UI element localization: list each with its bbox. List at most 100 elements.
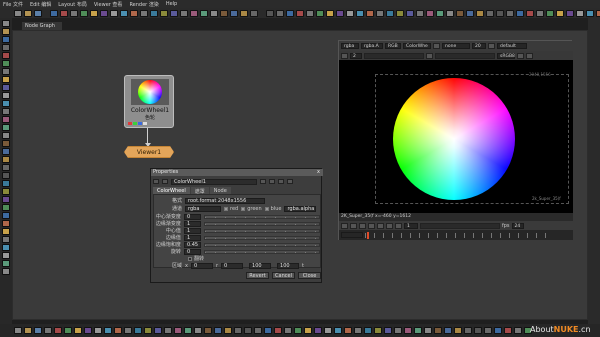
bottom-save-icon[interactable] <box>34 327 42 334</box>
edge-saturation-slider[interactable] <box>204 242 320 247</box>
misc-tools-icon[interactable] <box>2 204 10 211</box>
roto-icon[interactable] <box>190 9 198 17</box>
fstop-icon[interactable] <box>341 52 348 59</box>
bottom-tool36-icon[interactable] <box>394 327 402 334</box>
center-gradient-input[interactable]: 0 <box>183 213 202 220</box>
menu-layout[interactable]: Layout 布局 <box>58 1 87 8</box>
deep-icon[interactable] <box>436 9 444 17</box>
alpha-channel-select[interactable]: rgba.A <box>361 43 383 49</box>
red-checkbox[interactable] <box>224 206 228 211</box>
3d-icon[interactable] <box>526 52 533 59</box>
gizmo-tools-icon[interactable] <box>2 164 10 171</box>
revert-button[interactable]: Revert <box>246 272 269 279</box>
alpha-channel-select[interactable]: rgba.alpha <box>284 205 317 212</box>
bottom-tool9-icon[interactable] <box>124 327 132 334</box>
bottom-tool11-icon[interactable] <box>144 327 152 334</box>
menu-edit[interactable]: Edit 编辑 <box>30 1 51 8</box>
layer-select[interactable]: rgba <box>341 43 359 49</box>
collapse-icon[interactable] <box>162 179 168 184</box>
invert-checkbox[interactable] <box>188 256 192 261</box>
misc4-icon[interactable] <box>516 9 524 17</box>
bottom-tool45-icon[interactable] <box>484 327 492 334</box>
node-graph-tab[interactable]: Node Graph <box>22 22 62 30</box>
ocula-tools-icon[interactable] <box>2 156 10 163</box>
node-color-icon[interactable] <box>153 179 159 184</box>
undo-icon[interactable] <box>260 179 266 184</box>
shader-icon[interactable] <box>426 9 434 17</box>
bottom-tool43-icon[interactable] <box>464 327 472 334</box>
gain-slider-icon[interactable] <box>364 52 424 59</box>
bottom-tool30-icon[interactable] <box>334 327 342 334</box>
misc7-icon[interactable] <box>546 9 554 17</box>
preferences-icon[interactable] <box>346 9 354 17</box>
edge-gradient-slider[interactable] <box>204 221 320 226</box>
merge-icon[interactable] <box>160 9 168 17</box>
bottom-tool26-icon[interactable] <box>294 327 302 334</box>
viewer-canvas[interactable]: 2048,1556 2k_Super_35(f <box>339 60 573 213</box>
script-icon[interactable] <box>286 9 294 17</box>
zoom-select[interactable]: 20 <box>472 43 486 49</box>
render-icon[interactable] <box>296 9 304 17</box>
play-forward-icon[interactable] <box>377 222 384 229</box>
gamma-slider-icon[interactable] <box>435 52 495 59</box>
read-icon[interactable] <box>50 9 58 17</box>
bottom-tool20-icon[interactable] <box>234 327 242 334</box>
area-t-input[interactable]: 100 <box>277 262 300 269</box>
tab-node[interactable]: Node <box>209 187 231 194</box>
bottom-tool29-icon[interactable] <box>324 327 332 334</box>
lut-select[interactable]: default <box>497 43 527 49</box>
gain-input[interactable]: 2 <box>350 52 362 59</box>
stereo-icon[interactable] <box>456 9 464 17</box>
input-a-select[interactable]: ColorWhe <box>403 43 431 49</box>
other-icon[interactable] <box>250 9 258 17</box>
particle-icon[interactable] <box>446 9 454 17</box>
open-icon[interactable] <box>24 9 32 17</box>
colorwheel-node[interactable]: ColorWheel1 色轮 <box>124 75 174 128</box>
prev-keyframe-icon[interactable] <box>350 222 357 229</box>
bottom-tool44-icon[interactable] <box>474 327 482 334</box>
bottom-tool38-icon[interactable] <box>414 327 422 334</box>
tab-colorwheel[interactable]: ColorWheel <box>153 187 190 194</box>
frame-input[interactable]: 1 <box>404 222 418 229</box>
misc6-tools-icon[interactable] <box>2 244 10 251</box>
edge-value-input[interactable]: 1 <box>183 234 202 241</box>
bottom-tool25-icon[interactable] <box>284 327 292 334</box>
shuffle-icon[interactable] <box>180 9 188 17</box>
float-icon[interactable] <box>287 179 293 184</box>
skip-start-icon[interactable] <box>341 222 348 229</box>
play-backward-icon[interactable] <box>359 222 366 229</box>
format-select[interactable]: root.format 2048x1556 <box>185 197 265 204</box>
blur-icon[interactable] <box>140 9 148 17</box>
center-gradient-slider[interactable] <box>204 214 320 219</box>
cancel-button[interactable]: Cancel <box>272 272 295 279</box>
bottom-tool37-icon[interactable] <box>404 327 412 334</box>
bottom-tool33-icon[interactable] <box>364 327 372 334</box>
proxy-icon[interactable] <box>326 9 334 17</box>
bottom-tool27-icon[interactable] <box>304 327 312 334</box>
3d-tools-icon[interactable] <box>2 92 10 99</box>
bottom-tool41-icon[interactable] <box>444 327 452 334</box>
toolsets-icon[interactable] <box>2 132 10 139</box>
close-icon[interactable]: x <box>315 169 322 175</box>
time-tools-icon[interactable] <box>2 36 10 43</box>
green-checkbox[interactable] <box>241 206 246 211</box>
help-icon[interactable] <box>278 179 284 184</box>
menu-file[interactable]: File 文件 <box>3 1 23 8</box>
geometry-icon[interactable] <box>406 9 414 17</box>
area-r-input[interactable]: 100 <box>249 262 272 269</box>
channel-tools-icon[interactable] <box>2 44 10 51</box>
bottom-tool35-icon[interactable] <box>384 327 392 334</box>
misc8-tools-icon[interactable] <box>2 260 10 267</box>
bottom-tool31-icon[interactable] <box>344 327 352 334</box>
metadata-tools-icon[interactable] <box>2 108 10 115</box>
gamma-icon[interactable] <box>426 52 433 59</box>
keyer-tools-icon[interactable] <box>2 68 10 75</box>
merge-tools-icon[interactable] <box>2 76 10 83</box>
area-x-input[interactable]: 0 <box>190 262 213 269</box>
colorspace-select[interactable]: sRGB8 <box>497 52 515 59</box>
time-icon[interactable] <box>210 9 218 17</box>
settings-icon[interactable] <box>336 9 344 17</box>
keyer-icon[interactable] <box>170 9 178 17</box>
close-button[interactable]: Close <box>298 272 321 279</box>
wipe-icon[interactable] <box>433 43 440 49</box>
